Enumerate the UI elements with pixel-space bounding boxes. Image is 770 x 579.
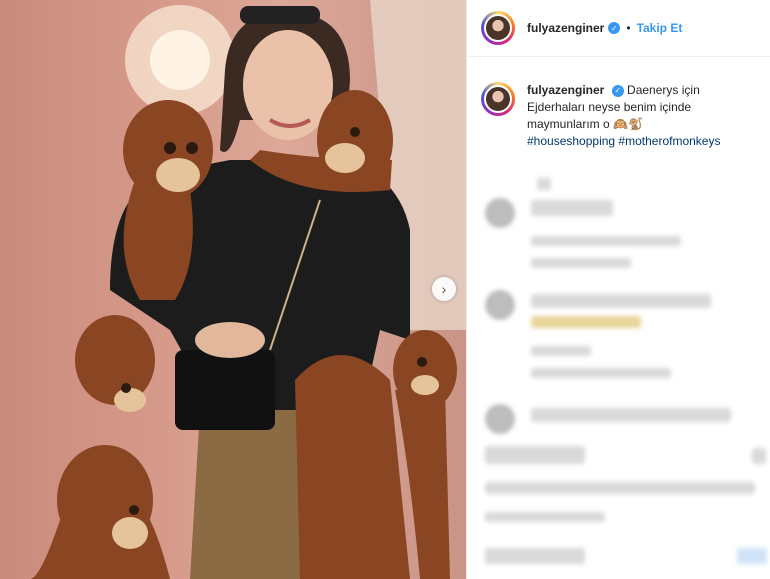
verified-badge-icon: ✓ bbox=[611, 84, 624, 97]
blurred-actions bbox=[485, 446, 585, 464]
caption-emoji: 🙉🐒 bbox=[613, 117, 643, 131]
avatar-image bbox=[484, 85, 512, 113]
hashtag-motherofmonkeys[interactable]: #motherofmonkeys bbox=[618, 134, 720, 148]
caption-username-link[interactable]: fulyazenginer bbox=[527, 83, 604, 97]
photo-illustration bbox=[30, 0, 466, 579]
blurred-comment bbox=[531, 368, 671, 378]
blurred-comment bbox=[531, 200, 613, 216]
comment-avatar bbox=[485, 198, 515, 228]
caption-line-2: Ejderhaları neyse benim içinde bbox=[527, 100, 692, 114]
verified-badge-icon: ✓ bbox=[608, 22, 621, 34]
blurred-comment bbox=[531, 258, 631, 268]
comment-avatar bbox=[485, 404, 515, 434]
next-image-button[interactable]: › bbox=[432, 277, 456, 301]
avatar[interactable] bbox=[481, 11, 515, 45]
blurred-comment bbox=[531, 294, 711, 308]
caption-text: fulyazenginer ✓ Daenerys için Ejderhalar… bbox=[527, 82, 720, 150]
blurred-date bbox=[485, 512, 605, 522]
post-header: fulyazenginer ✓ • Takip Et bbox=[467, 0, 770, 57]
avatar-image bbox=[484, 14, 512, 42]
blurred-likes bbox=[485, 482, 755, 494]
hashtag-houseshopping[interactable]: #houseshopping bbox=[527, 134, 615, 148]
post-sidebar: fulyazenginer ✓ • Takip Et fulyazenginer… bbox=[466, 0, 770, 579]
post-photo[interactable]: › bbox=[0, 0, 466, 579]
blurred-comment bbox=[531, 346, 591, 356]
follow-button[interactable]: Takip Et bbox=[637, 21, 683, 35]
caption-line-3: maymunlarım o bbox=[527, 117, 610, 131]
header-user-info: fulyazenginer ✓ • Takip Et bbox=[527, 21, 682, 35]
comment-avatar bbox=[485, 290, 515, 320]
separator-dot: • bbox=[626, 21, 631, 35]
username-link[interactable]: fulyazenginer bbox=[527, 21, 604, 35]
caption-row: fulyazenginer ✓ Daenerys için Ejderhalar… bbox=[481, 82, 761, 150]
blurred-post-button bbox=[737, 548, 767, 564]
blurred-comment-input bbox=[485, 548, 585, 564]
blurred-text bbox=[537, 178, 551, 190]
blurred-bookmark bbox=[752, 448, 766, 464]
caption-avatar[interactable] bbox=[481, 82, 515, 116]
blurred-comment bbox=[531, 316, 641, 328]
blurred-comment bbox=[531, 408, 731, 422]
chevron-right-icon: › bbox=[441, 281, 447, 297]
caption-line-1: Daenerys için bbox=[627, 83, 700, 97]
blurred-comment bbox=[531, 236, 681, 246]
